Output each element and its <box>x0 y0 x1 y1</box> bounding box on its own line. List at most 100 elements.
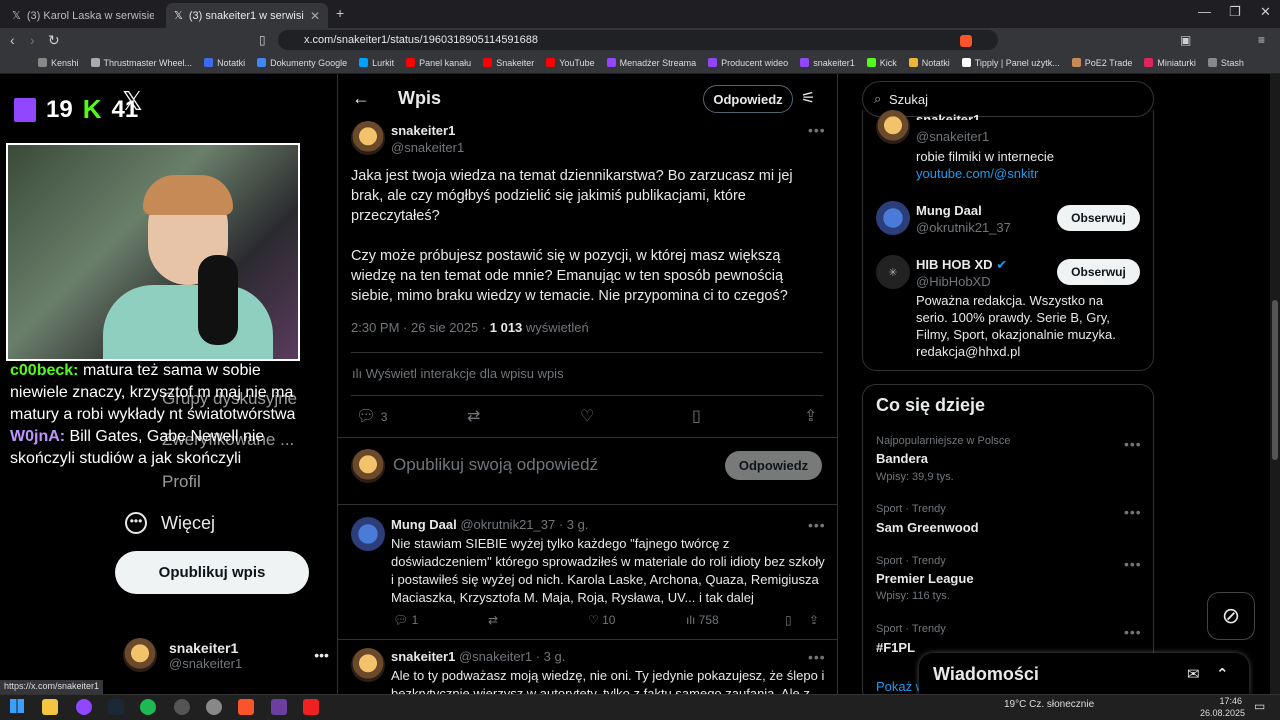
account-switcher[interactable]: snakeiter1 @snakeiter1 ••• <box>123 638 329 672</box>
bookmark-icon[interactable]: ▯ <box>259 31 266 49</box>
more-dots-icon[interactable]: ••• <box>1124 624 1142 640</box>
reply-header-button[interactable]: Odpowiedz <box>703 85 793 113</box>
bookmark-item[interactable]: PoE2 Trade <box>1071 58 1132 68</box>
forward-icon[interactable]: › <box>30 31 35 49</box>
avatar[interactable] <box>351 517 385 551</box>
views-count[interactable]: ılı 758 <box>686 613 719 627</box>
new-message-icon[interactable]: ✉ <box>1187 665 1200 683</box>
close-window-icon[interactable]: ✕ <box>1260 4 1271 20</box>
bookmark-favicon-icon <box>606 58 616 67</box>
nav-profile[interactable]: Profil <box>162 472 201 492</box>
like-count[interactable]: ♡ 10 <box>588 613 615 627</box>
bookmark-item[interactable]: Lurkit <box>359 58 394 68</box>
avatar[interactable] <box>351 121 385 155</box>
maximize-icon[interactable]: ❐ <box>1229 4 1241 20</box>
clock-time[interactable]: 17:46 <box>1206 696 1242 706</box>
repost-icon[interactable]: ⇄ <box>467 406 480 426</box>
more-dots-icon[interactable]: ••• <box>1124 436 1142 452</box>
bookmark-item[interactable]: Tipply | Panel użytk... <box>961 58 1060 68</box>
bookmark-item[interactable]: Kenshi <box>38 58 79 68</box>
settings-sliders-icon[interactable]: ⚟ <box>801 88 815 108</box>
show-more-link[interactable]: Pokaż w <box>876 679 925 694</box>
avatar[interactable] <box>351 648 385 682</box>
menu-icon[interactable]: ≡ <box>1258 31 1265 49</box>
messages-drawer[interactable]: Wiadomości ✉ ⌃ <box>919 653 1249 695</box>
close-tab-icon[interactable]: ✕ <box>310 9 320 23</box>
share-icon[interactable]: ⇪ <box>804 406 817 426</box>
bookmark-favicon-icon <box>1207 58 1217 67</box>
notifications-icon[interactable]: ▭ <box>1254 699 1265 713</box>
url-field[interactable]: x.com/snakeiter1/status/1960318905114591… <box>278 30 998 50</box>
back-arrow-icon[interactable]: ← <box>352 88 370 109</box>
tab-karol-laska[interactable]: 𝕏(3) Karol Laska w serwisie X: „Wpierd <box>4 3 162 28</box>
scrollbar-thumb[interactable] <box>1272 300 1278 460</box>
tweet-author-name[interactable]: snakeiter1 <box>391 123 455 138</box>
expand-icon[interactable]: ⌃ <box>1216 665 1229 683</box>
bookmark-item[interactable]: Kick <box>866 58 897 68</box>
more-dots-icon[interactable]: ••• <box>1124 556 1142 572</box>
bookmark-item[interactable]: Thrustmaster Wheel... <box>90 58 192 68</box>
more-dots-icon[interactable]: ••• <box>1124 504 1142 520</box>
reply-action[interactable]: 💬︎ 3 <box>356 406 387 426</box>
spotify-icon[interactable] <box>140 699 156 715</box>
nav-more[interactable]: ••• Więcej <box>125 512 215 534</box>
bookmark-icon[interactable]: ▯ <box>785 613 792 627</box>
sidebar-icon[interactable]: ▣ <box>1180 31 1191 49</box>
obs-icon[interactable] <box>174 699 190 715</box>
view-interactions-link[interactable]: ılı Wyświetl interakcje dla wpisu wpis <box>352 366 564 381</box>
app-icon[interactable] <box>271 699 287 715</box>
back-icon[interactable]: ‹ <box>10 31 15 49</box>
reply-count[interactable]: 💬︎ 1 <box>393 613 418 627</box>
follow-button[interactable]: Obserwuj <box>1057 205 1140 231</box>
clock-date[interactable]: 26.08.2025 <box>1200 708 1245 718</box>
bookmark-item[interactable]: Miniaturki <box>1144 58 1196 68</box>
avatar <box>123 638 157 672</box>
bookmark-item[interactable]: Notatki <box>204 58 245 68</box>
weather-widget[interactable]: 19°C Cz. słonecznie <box>1004 699 1094 710</box>
bookmark-item[interactable]: Stash <box>1207 58 1244 68</box>
start-icon[interactable] <box>10 699 24 713</box>
repost-icon[interactable]: ⇄ <box>488 613 498 627</box>
bookmark-item[interactable]: Producent wideo <box>708 58 788 68</box>
tweet-author-handle[interactable]: @snakeiter1 <box>391 140 464 155</box>
trend-item[interactable]: #F1PL <box>876 640 915 655</box>
more-dots-icon[interactable]: ••• <box>314 647 329 663</box>
minimize-icon[interactable]: — <box>1198 4 1211 19</box>
app-icon[interactable] <box>303 699 319 715</box>
bookmark-item[interactable]: Menadżer Streama <box>606 58 696 68</box>
more-dots-icon[interactable]: ••• <box>808 649 826 665</box>
bookmark-item[interactable]: Snakeiter <box>483 58 534 68</box>
brave-shield-icon[interactable] <box>960 35 972 47</box>
steam-icon[interactable] <box>108 699 124 715</box>
new-tab-button[interactable]: + <box>336 5 344 21</box>
bookmark-item[interactable]: snakeiter1 <box>800 58 855 68</box>
post-button[interactable]: Opublikuj wpis <box>115 551 309 594</box>
follow-button[interactable]: Obserwuj <box>1057 259 1140 285</box>
avatar[interactable] <box>876 201 910 235</box>
app-icon[interactable] <box>206 699 222 715</box>
app-icon[interactable] <box>76 699 92 715</box>
like-icon[interactable]: ♡ <box>580 406 594 426</box>
reply-compose-input[interactable]: Opublikuj swoją odpowiedź <box>393 455 598 475</box>
bio-link[interactable]: youtube.com/@snkitr <box>916 166 1038 181</box>
bookmark-item[interactable]: YouTube <box>546 58 595 68</box>
bookmark-item[interactable]: Dokumenty Google <box>257 58 347 68</box>
trend-item[interactable]: Sam Greenwood <box>876 520 979 535</box>
bookmark-icon[interactable]: ▯ <box>692 406 701 426</box>
reply-icon: 💬︎ <box>356 408 377 425</box>
bookmark-item[interactable]: Panel kanału <box>406 58 471 68</box>
bookmark-item[interactable]: Notatki <box>908 58 950 68</box>
more-dots-icon[interactable]: ••• <box>808 122 826 138</box>
grok-icon[interactable]: ⊘ <box>1207 592 1255 640</box>
more-circle-icon: ••• <box>125 512 147 534</box>
avatar[interactable]: ✳ <box>876 255 910 289</box>
more-dots-icon[interactable]: ••• <box>808 517 826 533</box>
trend-item[interactable]: Bandera <box>876 451 928 466</box>
reload-icon[interactable]: ↻ <box>48 31 60 49</box>
file-explorer-icon[interactable] <box>42 699 58 715</box>
brave-icon[interactable] <box>238 699 254 715</box>
trend-item[interactable]: Premier League <box>876 571 974 586</box>
tab-snakeiter1[interactable]: 𝕏(3) snakeiter1 w serwisie X: „@ol✕ <box>166 3 328 28</box>
share-icon[interactable]: ⇪ <box>809 613 819 627</box>
reply-submit-button[interactable]: Odpowiedz <box>725 451 822 480</box>
